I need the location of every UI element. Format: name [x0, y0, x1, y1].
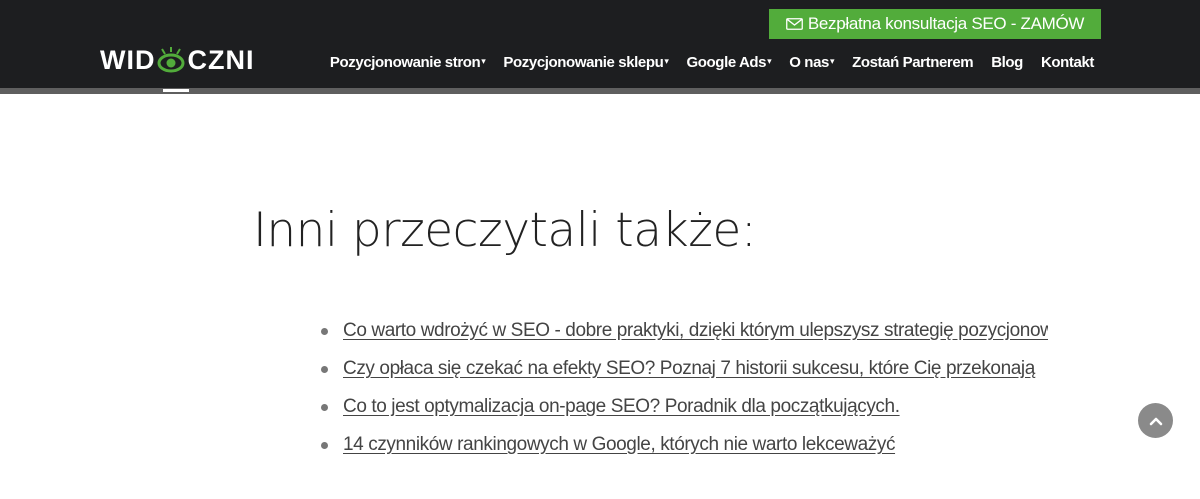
bullet-icon [321, 441, 328, 449]
nav-item-kontakt[interactable]: Kontakt [1041, 54, 1094, 71]
scroll-to-top-button[interactable] [1138, 403, 1173, 438]
caret-down-icon: ▾ [767, 55, 772, 66]
article-link[interactable]: Czy opłaca się czekać na efekty SEO? Poz… [343, 358, 1035, 380]
bullet-icon [321, 403, 328, 411]
logo-text-left: WID [100, 44, 156, 75]
article-link[interactable]: Co warto wdrożyć w SEO - dobre praktyki,… [343, 320, 1048, 342]
nav-item-blog[interactable]: Blog [991, 54, 1023, 71]
nav-item-label: Blog [991, 53, 1023, 71]
article-link[interactable]: 14 czynników rankingowych w Google, któr… [343, 434, 895, 456]
article-link[interactable]: Co to jest optymalizacja on-page SEO? Po… [343, 396, 900, 418]
main-navigation: Pozycjonowanie stron ▾ Pozycjonowanie skl… [330, 50, 1094, 74]
widoczni-logo[interactable]: WID CZNI [100, 40, 254, 80]
bullet-icon [321, 327, 328, 335]
list-item: Co warto wdrożyć w SEO - dobre praktyki,… [318, 312, 1048, 350]
related-articles-heading: Inni przeczytali także: [253, 203, 757, 258]
nav-item-label: O nas [789, 53, 829, 71]
nav-item-label: Google Ads [686, 53, 767, 71]
related-articles-list: Co warto wdrożyć w SEO - dobre praktyki,… [318, 312, 1048, 464]
nav-item-o-nas[interactable]: O nas ▾ [789, 54, 834, 71]
eye-icon [157, 47, 185, 73]
site-header: Bezpłatna konsultacja SEO - ZAMÓW WID CZ… [0, 0, 1200, 88]
nav-item-label: Kontakt [1040, 53, 1094, 71]
caret-down-icon: ▾ [481, 55, 486, 66]
nav-item-zostan-partnerem[interactable]: Zostań Partnerem [852, 53, 974, 71]
free-consultation-button[interactable]: Bezpłatna konsultacja SEO - ZAMÓW [769, 9, 1101, 39]
list-item: Czy opłaca się czekać na efekty SEO? Poz… [318, 350, 1048, 388]
nav-item-pozycjonowanie-stron[interactable]: Pozycjonowanie stron ▾ [329, 53, 486, 71]
list-item: 14 czynników rankingowych w Google, któr… [318, 426, 1048, 464]
logo-text-right: CZNI [187, 44, 255, 75]
nav-item-pozycjonowanie-sklepu[interactable]: Pozycjonowanie sklepu ▾ [503, 53, 669, 71]
nav-item-label: Zostań Partnerem [852, 53, 974, 71]
nav-item-label: Pozycjonowanie sklepu [503, 53, 664, 71]
caret-down-icon: ▾ [664, 55, 669, 66]
caret-down-icon: ▾ [829, 55, 835, 66]
envelope-icon [785, 18, 803, 30]
list-item: Co to jest optymalizacja on-page SEO? Po… [318, 388, 1048, 426]
nav-item-label: Pozycjonowanie stron [329, 53, 481, 71]
chevron-up-icon [1149, 417, 1162, 425]
nav-item-google-ads[interactable]: Google Ads ▾ [687, 54, 772, 71]
bullet-icon [321, 365, 328, 373]
cta-label: Bezpłatna konsultacja SEO - ZAMÓW [807, 14, 1085, 33]
logo-underline [163, 89, 189, 92]
